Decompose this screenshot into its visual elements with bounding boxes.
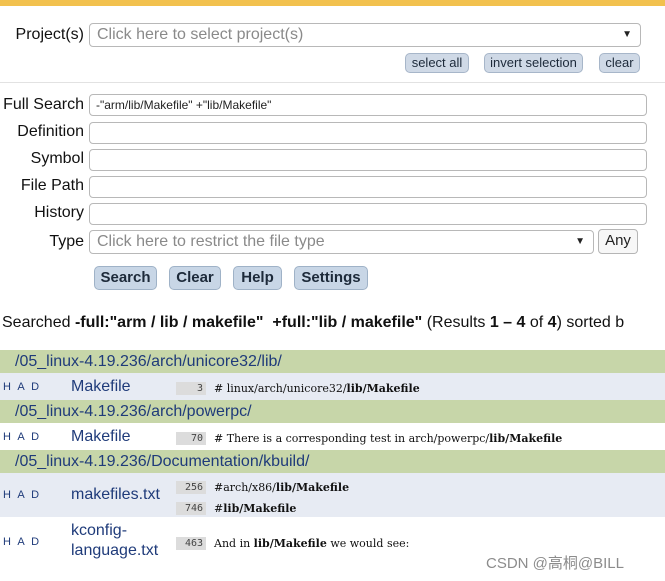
project-select-placeholder: Click here to select project(s) [97,26,304,43]
divider [0,82,665,83]
summary-range: 1 – 4 [489,314,526,331]
line-number[interactable]: 3 [176,382,206,395]
snippet-text: # [214,502,224,515]
snippet-text: And in [214,537,254,550]
type-select-placeholder: Click here to restrict the file type [97,233,325,250]
snippet-text: # linux/arch/unicore32/ [214,382,347,395]
chevron-down-icon: ▼ [575,236,585,247]
clear-projects-button[interactable]: clear [599,53,640,73]
summary-of: of [525,314,548,331]
any-button[interactable]: Any [598,229,638,254]
line-number[interactable]: 746 [176,502,206,515]
history-annotate-download-links[interactable]: H A D [3,381,41,393]
code-snippet[interactable]: And in lib/Makefile we would see: [214,537,409,550]
line-number[interactable]: 256 [176,481,206,494]
result-row: H A D makefiles.txt 256 #arch/x86/lib/Ma… [0,473,665,517]
invert-selection-button[interactable]: invert selection [484,53,583,73]
summary-query-include: +full:"lib / makefile" [272,314,423,331]
result-file-name-line: language.txt [71,542,159,559]
code-snippet[interactable]: #arch/x86/lib/Makefile [214,481,349,494]
summary-prefix: Searched [2,314,75,331]
history-annotate-download-links[interactable]: H A D [3,536,41,548]
result-file-name-line: kconfig- [71,522,128,539]
help-button[interactable]: Help [233,266,282,290]
file-path-input[interactable] [89,176,647,198]
history-annotate-download-links[interactable]: H A D [3,489,41,501]
clear-button[interactable]: Clear [169,266,221,290]
snippet-text: # There is a corresponding test in arch/… [214,432,490,445]
history-annotate-download-links[interactable]: H A D [3,431,41,443]
select-all-button[interactable]: select all [405,53,469,73]
result-dir-header[interactable]: /05_linux-4.19.236/arch/powerpc/ [0,400,665,423]
file-path-label: File Path [20,177,84,194]
type-select[interactable]: Click here to restrict the file type ▼ [89,230,594,254]
line-number[interactable]: 463 [176,537,206,550]
history-input[interactable] [89,203,647,225]
result-row: H A D Makefile 3 # linux/arch/unicore32/… [0,373,665,400]
project-label: Project(s) [15,26,84,43]
code-snippet[interactable]: # There is a corresponding test in arch/… [214,432,562,445]
chevron-down-icon: ▼ [622,29,632,40]
symbol-input[interactable] [89,149,647,171]
result-row: H A D Makefile 70 # There is a correspon… [0,423,665,450]
snippet-match: lib/Makefile [489,432,563,445]
code-snippet[interactable]: # linux/arch/unicore32/lib/Makefile [214,382,420,395]
type-label: Type [49,233,84,250]
top-accent-bar [0,0,665,6]
results-summary: Searched -full:"arm / lib / makefile" +f… [2,314,665,332]
search-button[interactable]: Search [94,266,157,290]
snippet-text: we would see: [326,537,410,550]
line-number[interactable]: 70 [176,432,206,445]
snippet-match: lib/Makefile [275,481,350,494]
watermark: CSDN @高桐@BILL [486,555,624,572]
project-select[interactable]: Click here to select project(s) ▼ [89,23,641,47]
snippet-text: #arch/x86/ [214,481,276,494]
summary-results-open: (Results [426,314,490,331]
result-file-link[interactable]: kconfig- language.txt [71,521,158,561]
snippet-match: lib/Makefile [253,537,327,550]
summary-suffix: ) sorted b [556,314,625,331]
settings-button[interactable]: Settings [294,266,368,290]
result-dir-header[interactable]: /05_linux-4.19.236/Documentation/kbuild/ [0,450,665,473]
result-dir-header[interactable]: /05_linux-4.19.236/arch/unicore32/lib/ [0,350,665,373]
full-search-input[interactable]: -"arm/lib/Makefile" +"lib/Makefile" [89,94,647,116]
definition-input[interactable] [89,122,647,144]
result-file-link[interactable]: Makefile [71,427,131,447]
summary-query-exclude: -full:"arm / lib / makefile" [74,314,264,331]
code-snippet[interactable]: #lib/Makefile [214,502,296,515]
result-file-link[interactable]: makefiles.txt [71,485,160,505]
history-label: History [34,204,84,221]
symbol-label: Symbol [30,150,84,167]
snippet-match: lib/Makefile [346,382,420,395]
snippet-match: lib/Makefile [223,502,297,515]
full-search-label: Full Search [3,96,84,113]
definition-label: Definition [17,123,84,140]
summary-total: 4 [547,314,557,331]
result-file-link[interactable]: Makefile [71,377,131,397]
